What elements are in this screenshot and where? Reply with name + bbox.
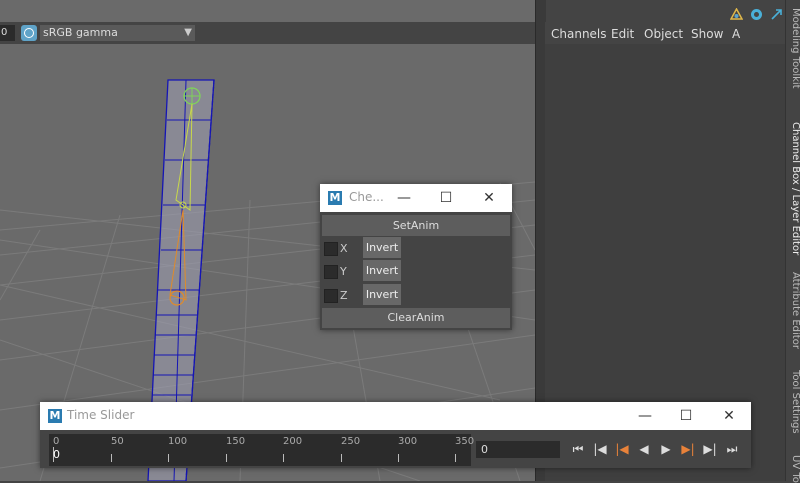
play-backwards-icon[interactable]: ◀ <box>634 441 654 457</box>
tick-label: 50 <box>111 436 124 447</box>
step-forward-key-icon[interactable]: ▶| <box>678 441 698 457</box>
tick-mark <box>283 454 284 462</box>
chevron-down-icon: ▼ <box>184 27 192 38</box>
refresh-icon[interactable] <box>750 8 763 21</box>
step-back-key-icon[interactable]: |◀ <box>612 441 632 457</box>
tab-modeling-toolkit[interactable]: Modeling Toolkit <box>786 8 800 89</box>
current-frame-field[interactable]: 0 <box>476 441 560 458</box>
close-icon[interactable]: ✕ <box>479 188 499 208</box>
y-checkbox[interactable] <box>324 265 338 279</box>
x-checkbox[interactable] <box>324 242 338 256</box>
tick-label: 300 <box>398 436 418 447</box>
time-slider-titlebar[interactable]: M Time Slider — ☐ ✕ <box>40 402 751 430</box>
color-space-select[interactable]: sRGB gamma ▼ <box>40 25 195 41</box>
step-forward-frame-icon[interactable]: ▶| <box>700 441 720 457</box>
time-slider-title: Time Slider <box>67 408 135 422</box>
tick-mark <box>455 454 456 462</box>
minimize-icon[interactable]: — <box>394 188 414 208</box>
y-label: Y <box>340 265 347 278</box>
menu-show[interactable]: Show <box>691 27 723 41</box>
tick-mark <box>111 454 112 462</box>
invert-x-button[interactable]: Invert <box>363 237 401 258</box>
tick-mark <box>226 454 227 462</box>
tab-channel-box[interactable]: Channel Box / Layer Editor <box>786 122 800 255</box>
tick-mark <box>398 454 399 462</box>
maya-logo-icon: M <box>48 409 62 423</box>
check-window: M Che... — ☐ ✕ SetAnim X Invert Y Invert… <box>320 184 512 330</box>
minimize-icon[interactable]: — <box>635 406 655 426</box>
set-anim-button[interactable]: SetAnim <box>322 215 510 236</box>
invert-y-button[interactable]: Invert <box>363 260 401 281</box>
tool-icon[interactable] <box>730 8 743 21</box>
tick-label: 150 <box>226 436 246 447</box>
menu-object[interactable]: Object <box>644 27 683 41</box>
maya-logo-icon: M <box>328 191 342 205</box>
go-to-end-icon[interactable]: ⏭ <box>722 441 742 457</box>
expand-icon[interactable] <box>770 8 783 21</box>
check-window-title: Che... <box>349 190 384 204</box>
play-forwards-icon[interactable]: ▶ <box>656 441 676 457</box>
x-label: X <box>340 242 348 255</box>
tick-mark <box>168 454 169 462</box>
clear-anim-button[interactable]: ClearAnim <box>322 308 510 328</box>
channel-box-menubar: Channels Edit Object Show A <box>545 22 785 44</box>
time-slider-track[interactable]: 0 50 100 150 200 250 300 350 0 <box>49 434 475 466</box>
tab-uv-toolkit[interactable]: UV To <box>786 455 800 483</box>
step-back-frame-icon[interactable]: |◀ <box>590 441 610 457</box>
color-management-icon[interactable] <box>21 25 37 41</box>
side-tab-strip: Modeling Toolkit Channel Box / Layer Edi… <box>785 0 800 483</box>
z-checkbox[interactable] <box>324 289 338 303</box>
maximize-icon[interactable]: ☐ <box>676 406 696 426</box>
menu-a[interactable]: A <box>732 27 740 41</box>
tab-tool-settings[interactable]: Tool Settings <box>786 370 800 434</box>
color-space-label: sRGB gamma <box>43 26 118 39</box>
menu-channels[interactable]: Channels <box>551 27 607 41</box>
go-to-start-icon[interactable]: ⏮ <box>568 441 588 457</box>
tab-attribute-editor[interactable]: Attribute Editor <box>786 272 800 349</box>
viewport-value-field[interactable]: 0 <box>0 25 15 41</box>
check-window-titlebar[interactable]: M Che... — ☐ ✕ <box>320 184 512 212</box>
tick-label: 100 <box>168 436 188 447</box>
menu-edit[interactable]: Edit <box>611 27 634 41</box>
invert-z-button[interactable]: Invert <box>363 284 401 305</box>
tick-label: 0 <box>53 436 60 447</box>
close-icon[interactable]: ✕ <box>719 406 739 426</box>
tick-mark <box>341 454 342 462</box>
current-frame-marker: 0 <box>53 448 60 461</box>
tick-label: 350 <box>455 436 475 447</box>
tick-label: 250 <box>341 436 361 447</box>
tick-label: 200 <box>283 436 303 447</box>
z-label: Z <box>340 289 348 302</box>
maximize-icon[interactable]: ☐ <box>436 188 456 208</box>
